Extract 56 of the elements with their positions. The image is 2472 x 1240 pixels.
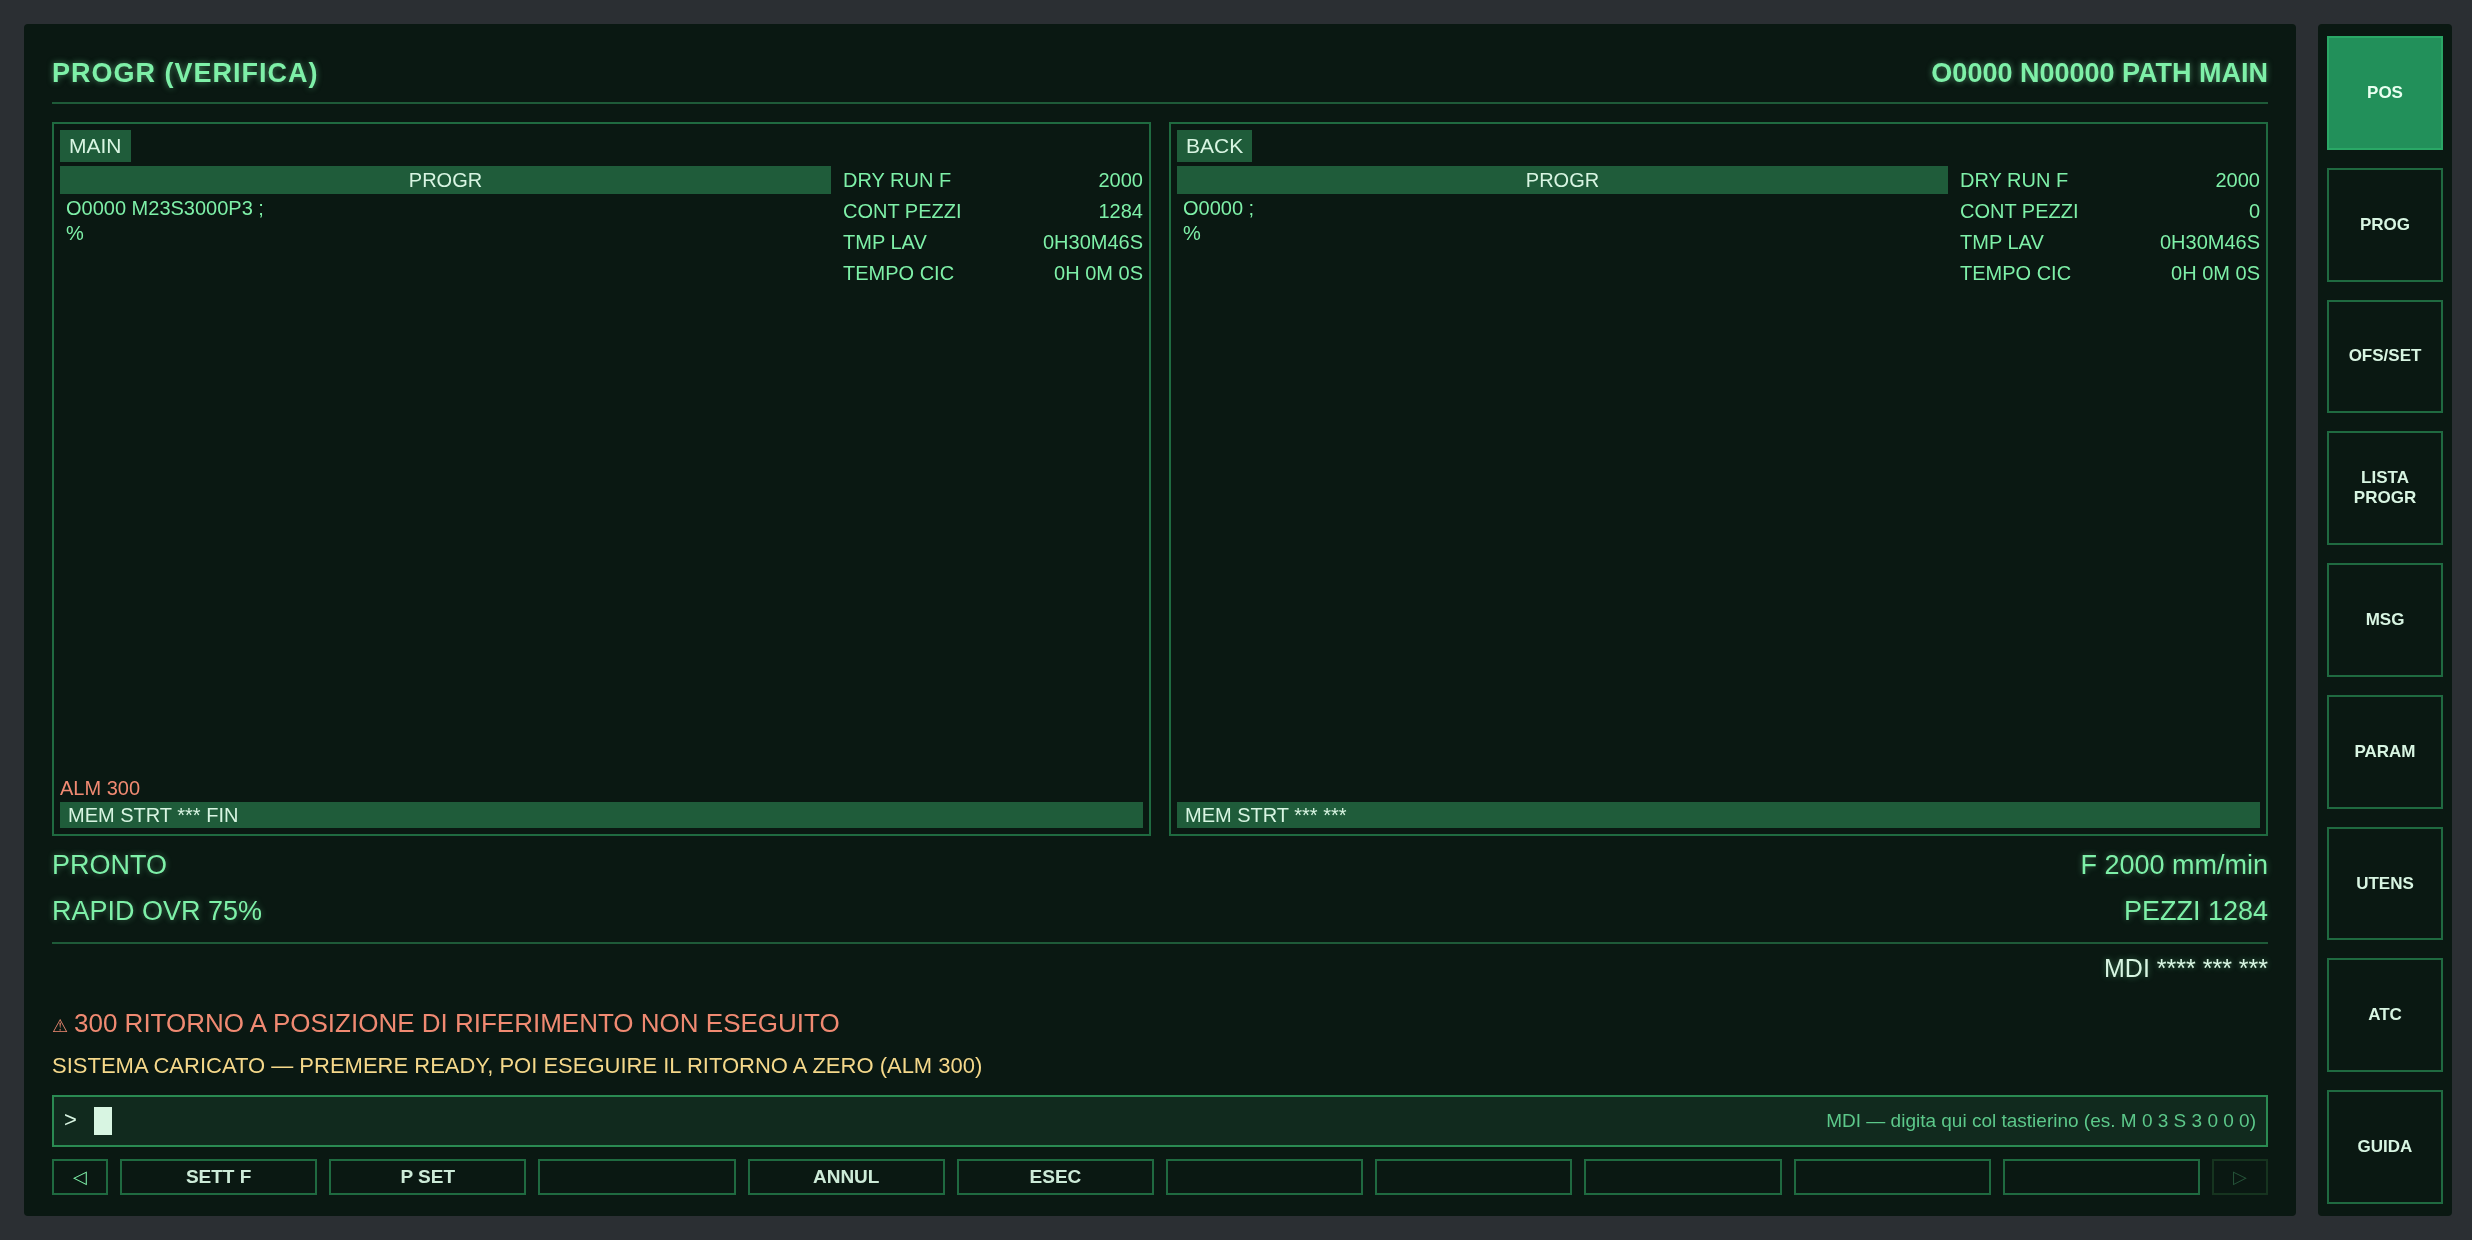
hint-message: SISTEMA CARICATO — PREMERE READY, POI ESEGUIRE IL RITORNO A ZERO (ALM 300) xyxy=(52,1053,984,1079)
info-value: 0 xyxy=(2248,199,2260,224)
info-label: TMP LAV xyxy=(843,230,927,255)
function-key[interactable]: POS xyxy=(2327,36,2443,150)
program-line: % xyxy=(65,221,85,246)
blank-softkey[interactable] xyxy=(1166,1159,1364,1195)
program-info: O0000 N00000 PATH MAIN xyxy=(1931,57,2268,89)
info-value: 0H 0M 0S xyxy=(2171,261,2260,286)
function-key[interactable]: PARAM xyxy=(2327,694,2443,809)
program-header: PROGR xyxy=(1177,166,1948,194)
program-header: PROGR xyxy=(60,166,831,194)
function-key[interactable]: MSG xyxy=(2327,563,2443,677)
softkey[interactable]: P SET xyxy=(329,1159,527,1195)
parts-count: PEZZI 1284 xyxy=(2123,895,2268,927)
info-label: DRY RUN F xyxy=(843,168,952,193)
function-key[interactable]: LISTA PROGR xyxy=(2327,431,2443,546)
blank-softkey[interactable] xyxy=(2002,1159,2201,1195)
prompt-symbol: > xyxy=(64,1107,77,1133)
info-label: TMP LAV xyxy=(1960,230,2044,255)
blank-softkey[interactable] xyxy=(538,1159,736,1195)
status-bar: MEM STRT *** FIN xyxy=(60,802,1143,828)
function-key[interactable]: GUIDA xyxy=(2327,1090,2443,1205)
softkey[interactable]: SETT F xyxy=(120,1159,318,1195)
screen-title: PROGR (VERIFICA) xyxy=(52,57,319,89)
info-label: DRY RUN F xyxy=(1960,168,2069,193)
info-value: 2000 xyxy=(2215,168,2260,193)
function-key[interactable]: PROG xyxy=(2327,167,2443,282)
info-value: 0H 0M 0S xyxy=(1054,261,1143,286)
blank-softkey[interactable] xyxy=(1584,1159,1782,1195)
alarm-code: ALM 300 xyxy=(60,777,141,799)
status-bar: MEM STRT *** *** xyxy=(1177,802,2260,828)
program-line: % xyxy=(1182,221,1202,246)
info-label: TEMPO CIC xyxy=(843,261,955,286)
info-value: 1284 xyxy=(1098,199,1143,224)
alarm-message: 300 RITORNO A POSIZIONE DI RIFERIMENTO NON ESEGUITO xyxy=(74,1008,840,1039)
previous-softkey[interactable]: ◁ xyxy=(52,1159,108,1195)
mode-indicator: MDI **** *** *** xyxy=(2104,954,2268,984)
info-label: CONT PEZZI xyxy=(1960,199,2079,224)
blank-softkey[interactable] xyxy=(1375,1159,1573,1195)
function-key[interactable]: UTENS xyxy=(2327,826,2443,941)
feed-rate: F 2000 mm/min xyxy=(2080,849,2268,881)
info-label: CONT PEZZI xyxy=(843,199,962,224)
info-value: 0H30M46S xyxy=(1042,230,1143,255)
rapid-override: RAPID OVR 75% xyxy=(52,895,263,927)
info-value: 0H30M46S xyxy=(2159,230,2260,255)
program-line: O0000 ; xyxy=(1182,196,1256,221)
function-key[interactable]: OFS/SET xyxy=(2327,299,2443,414)
info-label: TEMPO CIC xyxy=(1960,261,2072,286)
softkey[interactable]: ANNUL xyxy=(747,1159,945,1195)
warning-icon: ⚠ xyxy=(52,1015,68,1037)
blank-softkey[interactable] xyxy=(1793,1159,1991,1195)
program-line: O0000 M23S3000P3 ; xyxy=(65,196,265,221)
softkey[interactable]: ESEC xyxy=(956,1159,1154,1195)
function-key[interactable]: ATC xyxy=(2327,958,2443,1073)
info-value: 2000 xyxy=(1098,168,1143,193)
machine-state: PRONTO xyxy=(52,849,167,881)
